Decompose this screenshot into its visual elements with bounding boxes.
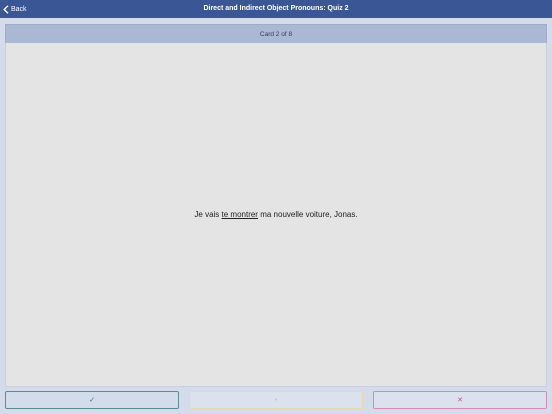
quiz-sentence: Je vais te montrer ma nouvelle voiture, …	[194, 210, 357, 219]
sentence-end: ma nouvelle voiture, Jonas.	[257, 210, 358, 219]
skip-button[interactable]: •	[189, 391, 363, 409]
check-icon: ✓	[89, 397, 95, 404]
dot-icon: •	[274, 396, 278, 404]
navigation-bar: Back Direct and Indirect Object Pronouns…	[0, 0, 552, 18]
page-title: Direct and Indirect Object Pronouns: Qui…	[203, 5, 349, 12]
sentence-start: Je vais	[194, 210, 222, 219]
mark-wrong-button[interactable]: ✕	[373, 391, 547, 409]
flashcard[interactable]: Je vais te montrer ma nouvelle voiture, …	[5, 43, 547, 387]
mark-correct-button[interactable]: ✓	[5, 391, 179, 409]
card-counter: Card 2 of 8	[5, 24, 547, 43]
close-icon: ✕	[457, 397, 463, 404]
highlighted-pronoun-phrase: te montrer	[221, 210, 258, 219]
